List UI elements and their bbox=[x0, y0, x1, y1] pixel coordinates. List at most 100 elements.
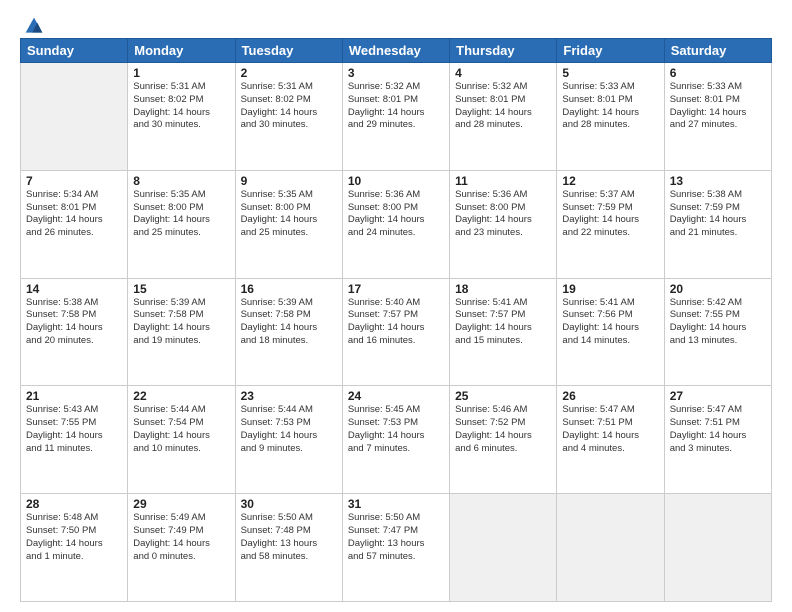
day-number: 20 bbox=[670, 282, 766, 296]
day-info: Sunrise: 5:44 AM Sunset: 7:53 PM Dayligh… bbox=[241, 404, 337, 455]
day-info: Sunrise: 5:32 AM Sunset: 8:01 PM Dayligh… bbox=[455, 81, 551, 132]
calendar-cell: 5Sunrise: 5:33 AM Sunset: 8:01 PM Daylig… bbox=[557, 63, 664, 171]
day-info: Sunrise: 5:31 AM Sunset: 8:02 PM Dayligh… bbox=[241, 81, 337, 132]
day-number: 25 bbox=[455, 389, 551, 403]
calendar-cell: 21Sunrise: 5:43 AM Sunset: 7:55 PM Dayli… bbox=[21, 386, 128, 494]
day-number: 5 bbox=[562, 66, 658, 80]
day-info: Sunrise: 5:49 AM Sunset: 7:49 PM Dayligh… bbox=[133, 512, 229, 563]
calendar-cell: 27Sunrise: 5:47 AM Sunset: 7:51 PM Dayli… bbox=[664, 386, 771, 494]
calendar-cell bbox=[21, 63, 128, 171]
logo-icon bbox=[24, 16, 44, 36]
calendar-cell: 31Sunrise: 5:50 AM Sunset: 7:47 PM Dayli… bbox=[342, 494, 449, 602]
calendar-header-tuesday: Tuesday bbox=[235, 39, 342, 63]
calendar-cell: 30Sunrise: 5:50 AM Sunset: 7:48 PM Dayli… bbox=[235, 494, 342, 602]
calendar-cell: 2Sunrise: 5:31 AM Sunset: 8:02 PM Daylig… bbox=[235, 63, 342, 171]
day-number: 2 bbox=[241, 66, 337, 80]
day-number: 13 bbox=[670, 174, 766, 188]
day-number: 19 bbox=[562, 282, 658, 296]
calendar-cell: 19Sunrise: 5:41 AM Sunset: 7:56 PM Dayli… bbox=[557, 278, 664, 386]
day-number: 30 bbox=[241, 497, 337, 511]
day-number: 6 bbox=[670, 66, 766, 80]
day-info: Sunrise: 5:38 AM Sunset: 7:59 PM Dayligh… bbox=[670, 189, 766, 240]
day-info: Sunrise: 5:42 AM Sunset: 7:55 PM Dayligh… bbox=[670, 297, 766, 348]
day-number: 31 bbox=[348, 497, 444, 511]
calendar-header-monday: Monday bbox=[128, 39, 235, 63]
day-info: Sunrise: 5:36 AM Sunset: 8:00 PM Dayligh… bbox=[455, 189, 551, 240]
calendar-week-row: 1 Sunrise: 5:31 AM Sunset: 8:02 PM Daylig… bbox=[21, 63, 772, 171]
day-info: Sunrise: 5:48 AM Sunset: 7:50 PM Dayligh… bbox=[26, 512, 122, 563]
day-number: 21 bbox=[26, 389, 122, 403]
calendar-header-thursday: Thursday bbox=[450, 39, 557, 63]
calendar-cell: 20Sunrise: 5:42 AM Sunset: 7:55 PM Dayli… bbox=[664, 278, 771, 386]
calendar-week-row: 14Sunrise: 5:38 AM Sunset: 7:58 PM Dayli… bbox=[21, 278, 772, 386]
day-number: 28 bbox=[26, 497, 122, 511]
calendar-cell: 25Sunrise: 5:46 AM Sunset: 7:52 PM Dayli… bbox=[450, 386, 557, 494]
day-number: 29 bbox=[133, 497, 229, 511]
day-info: Sunrise: 5:39 AM Sunset: 7:58 PM Dayligh… bbox=[241, 297, 337, 348]
calendar-header-saturday: Saturday bbox=[664, 39, 771, 63]
calendar-week-row: 28Sunrise: 5:48 AM Sunset: 7:50 PM Dayli… bbox=[21, 494, 772, 602]
calendar-cell: 26Sunrise: 5:47 AM Sunset: 7:51 PM Dayli… bbox=[557, 386, 664, 494]
day-number: 12 bbox=[562, 174, 658, 188]
calendar-cell: 22Sunrise: 5:44 AM Sunset: 7:54 PM Dayli… bbox=[128, 386, 235, 494]
day-number: 24 bbox=[348, 389, 444, 403]
calendar-cell: 16Sunrise: 5:39 AM Sunset: 7:58 PM Dayli… bbox=[235, 278, 342, 386]
calendar-header-row: SundayMondayTuesdayWednesdayThursdayFrid… bbox=[21, 39, 772, 63]
page: SundayMondayTuesdayWednesdayThursdayFrid… bbox=[0, 0, 792, 612]
calendar-cell: 18Sunrise: 5:41 AM Sunset: 7:57 PM Dayli… bbox=[450, 278, 557, 386]
day-info: Sunrise: 5:46 AM Sunset: 7:52 PM Dayligh… bbox=[455, 404, 551, 455]
day-info: Sunrise: 5:41 AM Sunset: 7:57 PM Dayligh… bbox=[455, 297, 551, 348]
day-info: Sunrise: 5:47 AM Sunset: 7:51 PM Dayligh… bbox=[562, 404, 658, 455]
logo bbox=[20, 16, 44, 30]
day-info: Sunrise: 5:33 AM Sunset: 8:01 PM Dayligh… bbox=[670, 81, 766, 132]
day-info: Sunrise: 5:33 AM Sunset: 8:01 PM Dayligh… bbox=[562, 81, 658, 132]
calendar-cell: 15Sunrise: 5:39 AM Sunset: 7:58 PM Dayli… bbox=[128, 278, 235, 386]
calendar-cell: 4Sunrise: 5:32 AM Sunset: 8:01 PM Daylig… bbox=[450, 63, 557, 171]
calendar-cell: 14Sunrise: 5:38 AM Sunset: 7:58 PM Dayli… bbox=[21, 278, 128, 386]
calendar-cell: 3Sunrise: 5:32 AM Sunset: 8:01 PM Daylig… bbox=[342, 63, 449, 171]
calendar-week-row: 7Sunrise: 5:34 AM Sunset: 8:01 PM Daylig… bbox=[21, 170, 772, 278]
calendar-cell: 7Sunrise: 5:34 AM Sunset: 8:01 PM Daylig… bbox=[21, 170, 128, 278]
day-number: 3 bbox=[348, 66, 444, 80]
day-info: Sunrise: 5:50 AM Sunset: 7:47 PM Dayligh… bbox=[348, 512, 444, 563]
day-info: Sunrise: 5:36 AM Sunset: 8:00 PM Dayligh… bbox=[348, 189, 444, 240]
calendar-cell: 11Sunrise: 5:36 AM Sunset: 8:00 PM Dayli… bbox=[450, 170, 557, 278]
day-info: Sunrise: 5:50 AM Sunset: 7:48 PM Dayligh… bbox=[241, 512, 337, 563]
calendar-cell: 10Sunrise: 5:36 AM Sunset: 8:00 PM Dayli… bbox=[342, 170, 449, 278]
calendar-header-friday: Friday bbox=[557, 39, 664, 63]
calendar-cell: 17Sunrise: 5:40 AM Sunset: 7:57 PM Dayli… bbox=[342, 278, 449, 386]
day-info: Sunrise: 5:47 AM Sunset: 7:51 PM Dayligh… bbox=[670, 404, 766, 455]
day-number: 4 bbox=[455, 66, 551, 80]
day-info: Sunrise: 5:41 AM Sunset: 7:56 PM Dayligh… bbox=[562, 297, 658, 348]
day-info: Sunrise: 5:43 AM Sunset: 7:55 PM Dayligh… bbox=[26, 404, 122, 455]
day-number: 1 bbox=[133, 66, 229, 80]
calendar-header-wednesday: Wednesday bbox=[342, 39, 449, 63]
day-info: Sunrise: 5:40 AM Sunset: 7:57 PM Dayligh… bbox=[348, 297, 444, 348]
calendar-cell: 29Sunrise: 5:49 AM Sunset: 7:49 PM Dayli… bbox=[128, 494, 235, 602]
day-number: 27 bbox=[670, 389, 766, 403]
day-info: Sunrise: 5:35 AM Sunset: 8:00 PM Dayligh… bbox=[241, 189, 337, 240]
calendar-cell: 12Sunrise: 5:37 AM Sunset: 7:59 PM Dayli… bbox=[557, 170, 664, 278]
day-info: Sunrise: 5:45 AM Sunset: 7:53 PM Dayligh… bbox=[348, 404, 444, 455]
day-number: 10 bbox=[348, 174, 444, 188]
day-number: 22 bbox=[133, 389, 229, 403]
calendar-table: SundayMondayTuesdayWednesdayThursdayFrid… bbox=[20, 38, 772, 602]
calendar-cell bbox=[450, 494, 557, 602]
day-info: Sunrise: 5:44 AM Sunset: 7:54 PM Dayligh… bbox=[133, 404, 229, 455]
day-number: 9 bbox=[241, 174, 337, 188]
calendar-cell: 9Sunrise: 5:35 AM Sunset: 8:00 PM Daylig… bbox=[235, 170, 342, 278]
day-number: 8 bbox=[133, 174, 229, 188]
day-number: 15 bbox=[133, 282, 229, 296]
calendar-week-row: 21Sunrise: 5:43 AM Sunset: 7:55 PM Dayli… bbox=[21, 386, 772, 494]
day-number: 26 bbox=[562, 389, 658, 403]
calendar-cell: 1Sunrise: 5:31 AM Sunset: 8:02 PM Daylig… bbox=[128, 63, 235, 171]
calendar-cell: 23Sunrise: 5:44 AM Sunset: 7:53 PM Dayli… bbox=[235, 386, 342, 494]
calendar-cell: 28Sunrise: 5:48 AM Sunset: 7:50 PM Dayli… bbox=[21, 494, 128, 602]
header bbox=[20, 16, 772, 30]
day-info: Sunrise: 5:35 AM Sunset: 8:00 PM Dayligh… bbox=[133, 189, 229, 240]
day-number: 11 bbox=[455, 174, 551, 188]
calendar-cell bbox=[557, 494, 664, 602]
day-info: Sunrise: 5:39 AM Sunset: 7:58 PM Dayligh… bbox=[133, 297, 229, 348]
calendar-cell: 24Sunrise: 5:45 AM Sunset: 7:53 PM Dayli… bbox=[342, 386, 449, 494]
calendar-cell: 13Sunrise: 5:38 AM Sunset: 7:59 PM Dayli… bbox=[664, 170, 771, 278]
